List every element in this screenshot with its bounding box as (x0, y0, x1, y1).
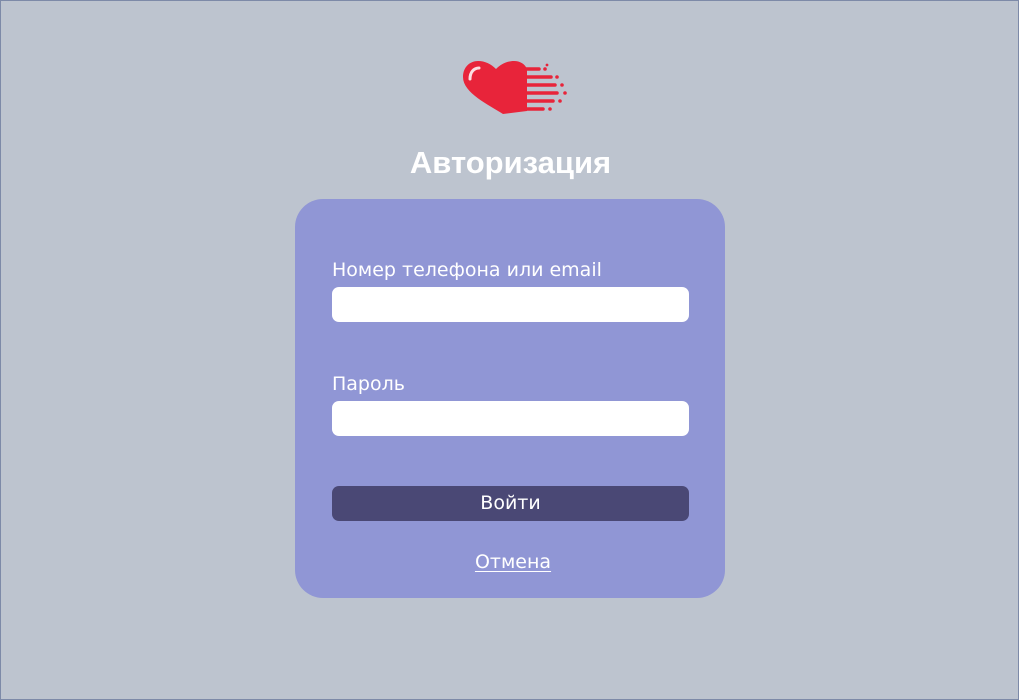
login-button[interactable]: Войти (332, 486, 689, 521)
login-field-label: Номер телефона или email (332, 259, 602, 281)
login-input[interactable] (332, 287, 689, 322)
login-form-card: Номер телефона или email Пароль Войти От… (295, 199, 725, 598)
password-input[interactable] (332, 401, 689, 436)
auth-page: Авторизация Номер телефона или email Пар… (0, 0, 1019, 700)
cancel-link[interactable]: Отмена (475, 551, 551, 573)
cancel-link-wrapper: Отмена (295, 550, 731, 574)
heart-logo-icon (463, 61, 567, 114)
page-title: Авторизация (409, 145, 612, 180)
password-field-label: Пароль (332, 373, 405, 395)
